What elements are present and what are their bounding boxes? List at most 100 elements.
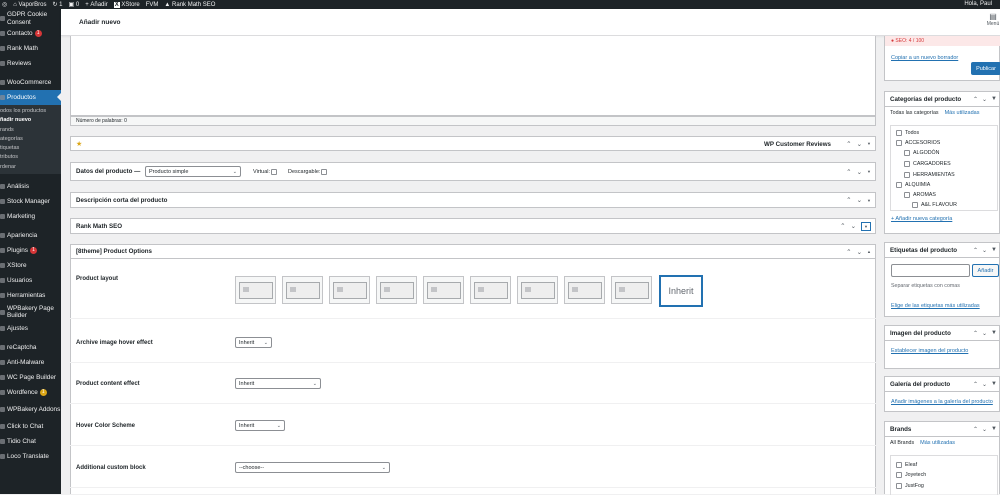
- sidebar-item-anti-malware[interactable]: Anti-Malware: [0, 355, 61, 370]
- brand-item[interactable]: JustFog: [896, 483, 924, 489]
- submenu-all-products[interactable]: odos los productos: [0, 107, 61, 116]
- category-item[interactable]: Todos: [896, 130, 919, 136]
- chevron-down-icon[interactable]: ⌄: [982, 96, 987, 103]
- chevron-up-icon[interactable]: ⌃: [846, 248, 851, 256]
- sidebar-item-xstore[interactable]: XStore: [0, 258, 61, 273]
- category-item[interactable]: CARGADORES: [904, 161, 951, 167]
- sidebar-item-contacto[interactable]: Contacto 1: [0, 26, 61, 41]
- chevron-down-icon[interactable]: ⌄: [857, 196, 862, 204]
- sidebar-item-woocommerce[interactable]: WooCommerce: [0, 71, 61, 90]
- layout-option-3[interactable]: [329, 276, 370, 304]
- chevron-up-icon[interactable]: ⌃: [973, 96, 978, 103]
- category-checkbox[interactable]: [896, 140, 902, 146]
- category-item[interactable]: A&L FLAVOUR: [912, 202, 957, 208]
- downloadable-checkbox[interactable]: [321, 169, 328, 175]
- layout-option-5[interactable]: [423, 276, 464, 304]
- category-checkbox[interactable]: [896, 130, 902, 136]
- layout-option-6[interactable]: [470, 276, 511, 304]
- chevron-down-icon[interactable]: ⌄: [982, 381, 987, 388]
- submenu-order[interactable]: rdenar: [0, 163, 61, 172]
- sidebar-item-rank-math[interactable]: Rank Math: [0, 41, 61, 56]
- submenu-categories[interactable]: ategorías: [0, 135, 61, 144]
- new-content-link[interactable]: + Añadir: [85, 2, 108, 8]
- toggle-triangle-icon[interactable]: ▼: [867, 198, 871, 203]
- toggle-triangle-icon[interactable]: ▼: [991, 426, 997, 433]
- product-type-select[interactable]: Producto simple ⌄: [145, 166, 241, 177]
- submenu-tags[interactable]: tiquetas: [0, 144, 61, 153]
- layout-option-2[interactable]: [282, 276, 323, 304]
- layout-option-inherit[interactable]: Inherit: [659, 275, 703, 307]
- sidebar-item-wpbakery[interactable]: WPBakery Page Builder: [0, 303, 61, 321]
- tab-most-used-brands[interactable]: Más utilizadas: [920, 440, 955, 448]
- toggle-triangle-icon[interactable]: ▼: [991, 96, 997, 103]
- category-checkbox[interactable]: [904, 192, 910, 198]
- archive-hover-select[interactable]: Inherit ⌄: [235, 337, 272, 348]
- category-item[interactable]: ACCESORIOS: [896, 140, 940, 146]
- sidebar-item-analisis[interactable]: Análisis: [0, 179, 61, 194]
- greeting-link[interactable]: Hola, Paul: [964, 1, 992, 7]
- toggle-triangle-icon[interactable]: ▼: [867, 141, 871, 146]
- chevron-down-icon[interactable]: ⌄: [982, 426, 987, 433]
- chevron-down-icon[interactable]: ⌄: [982, 247, 987, 254]
- chevron-up-icon[interactable]: ⌃: [973, 426, 978, 433]
- toggle-triangle-icon[interactable]: ▼: [861, 221, 871, 231]
- sidebar-item-loco-translate[interactable]: Loco Translate: [0, 449, 61, 464]
- category-item[interactable]: AROMAS: [904, 192, 936, 198]
- chevron-up-icon[interactable]: ⌃: [846, 196, 851, 204]
- brand-item[interactable]: Eleaf: [896, 462, 917, 468]
- layout-option-9[interactable]: [611, 276, 652, 304]
- sidebar-item-apariencia[interactable]: Apariencia: [0, 224, 61, 243]
- add-category-link[interactable]: + Añadir nueva categoría: [891, 216, 952, 222]
- layout-option-8[interactable]: [564, 276, 605, 304]
- tab-most-used-categories[interactable]: Más utilizadas: [945, 110, 980, 118]
- site-name-link[interactable]: VaporBros: [19, 2, 47, 8]
- sidebar-item-herramientas[interactable]: Herramientas: [0, 288, 61, 303]
- most-used-tags-link[interactable]: Elige de las etiquetas más utilizadas: [891, 303, 980, 309]
- sidebar-item-tidio-chat[interactable]: Tidio Chat: [0, 434, 61, 449]
- set-product-image-link[interactable]: Establecer imagen del producto: [891, 348, 968, 354]
- brand-checkbox[interactable]: [896, 472, 902, 478]
- xstore-link[interactable]: X XStore: [113, 1, 140, 8]
- publish-button[interactable]: Publicar: [971, 62, 1000, 75]
- sidebar-item-marketing[interactable]: Marketing: [0, 209, 61, 224]
- chevron-down-icon[interactable]: ⌄: [857, 248, 862, 256]
- wordpress-logo-icon[interactable]: ◎: [2, 1, 7, 8]
- copy-draft-link[interactable]: Copiar a un nuevo borrador: [891, 55, 958, 61]
- brand-checkbox[interactable]: [896, 462, 902, 468]
- sidebar-item-wordfence[interactable]: Wordfence 1: [0, 385, 61, 400]
- toggle-triangle-icon[interactable]: ▼: [867, 169, 871, 174]
- sidebar-item-wpbakery-addons[interactable]: WPBakery Addons: [0, 400, 61, 419]
- category-item[interactable]: HERRAMIENTAS: [904, 172, 955, 178]
- layout-option-4[interactable]: [376, 276, 417, 304]
- sidebar-item-plugins[interactable]: Plugins 1: [0, 243, 61, 258]
- toggle-triangle-icon[interactable]: ▼: [991, 330, 997, 337]
- virtual-checkbox[interactable]: [271, 169, 278, 175]
- chevron-down-icon[interactable]: ⌄: [851, 222, 856, 230]
- submenu-attributes[interactable]: tributos: [0, 153, 61, 162]
- toggle-triangle-icon[interactable]: ▼: [991, 381, 997, 388]
- updates-link[interactable]: ↻ 1: [52, 1, 62, 9]
- chevron-up-icon[interactable]: ⌃: [973, 381, 978, 388]
- add-tag-button[interactable]: Añadir: [972, 264, 999, 277]
- chevron-up-icon[interactable]: ⌃: [846, 168, 851, 176]
- category-checkbox[interactable]: [912, 202, 918, 208]
- editor-content-area[interactable]: [70, 36, 876, 116]
- content-effect-select[interactable]: Inherit ⌄: [235, 378, 321, 389]
- layout-option-7[interactable]: [517, 276, 558, 304]
- chevron-down-icon[interactable]: ⌄: [857, 140, 862, 148]
- category-item[interactable]: ALGODÓN: [904, 150, 940, 156]
- chevron-up-icon[interactable]: ⌃: [973, 330, 978, 337]
- sidebar-item-stock-manager[interactable]: Stock Manager: [0, 194, 61, 209]
- sidebar-item-usuarios[interactable]: Usuarios: [0, 273, 61, 288]
- category-item[interactable]: ALQUIMIA: [896, 182, 930, 188]
- fvm-link[interactable]: FVM: [146, 2, 159, 8]
- custom-block-select[interactable]: --choose-- ⌄: [235, 462, 390, 473]
- category-checkbox[interactable]: [904, 172, 910, 178]
- submenu-add-new[interactable]: ñadir nuevo: [0, 116, 61, 125]
- sidebar-item-ajustes[interactable]: Ajustes: [0, 321, 61, 336]
- add-gallery-images-link[interactable]: Añadir imágenes a la galería del product…: [891, 399, 993, 405]
- chevron-up-icon[interactable]: ⌃: [846, 140, 851, 148]
- tags-input[interactable]: [891, 264, 970, 277]
- chevron-up-icon[interactable]: ⌃: [840, 222, 845, 230]
- sidebar-item-recaptcha[interactable]: reCaptcha: [0, 336, 61, 355]
